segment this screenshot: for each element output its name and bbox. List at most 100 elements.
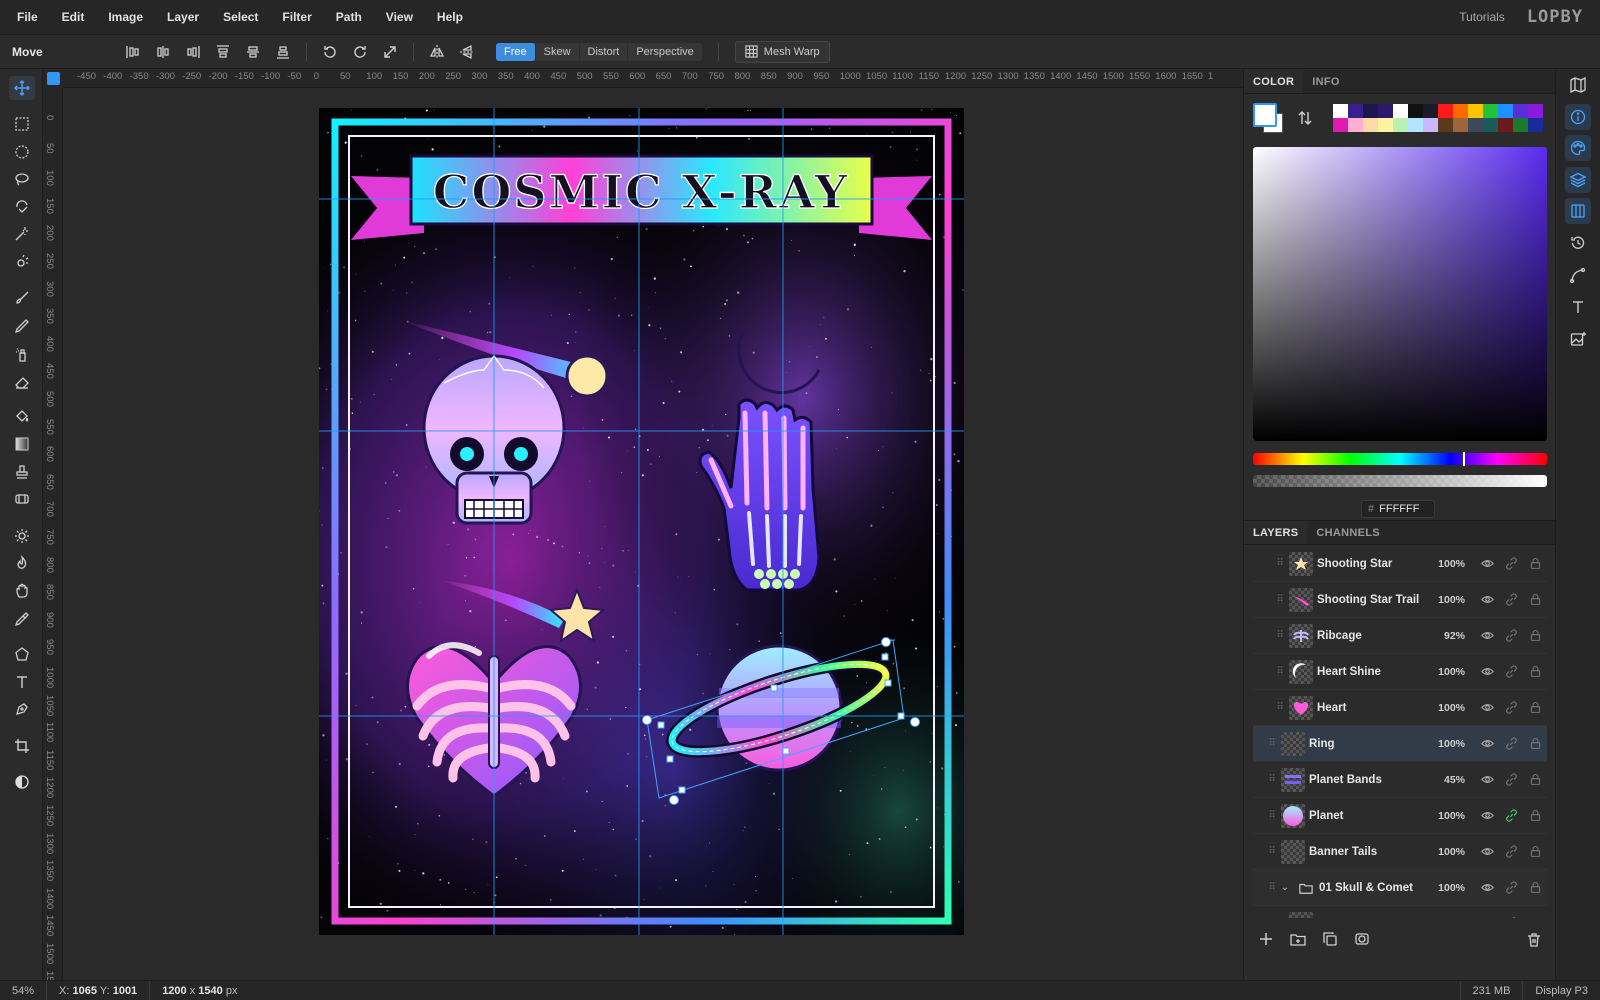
tab-info[interactable]: INFO: [1303, 70, 1348, 93]
saturation-value-picker[interactable]: [1253, 147, 1547, 441]
palette-swatch[interactable]: [1513, 104, 1528, 118]
brush-tool-icon[interactable]: [9, 286, 35, 310]
menu-file[interactable]: File: [0, 0, 50, 35]
palette-swatch[interactable]: [1528, 104, 1543, 118]
layers-stack-icon[interactable]: [1565, 167, 1591, 193]
palette-swatch[interactable]: [1483, 118, 1498, 132]
character-text-icon[interactable]: [1565, 294, 1591, 320]
chevron-down-icon[interactable]: ⌄: [1277, 882, 1293, 893]
layer-row[interactable]: ⠿ Heart Shine 100%: [1253, 654, 1547, 690]
align-bottom-icon[interactable]: [268, 40, 298, 64]
lock-icon[interactable]: [1523, 557, 1547, 570]
palette-swatch[interactable]: [1438, 118, 1453, 132]
navigator-map-icon[interactable]: [1565, 72, 1591, 98]
rotate-cw-icon[interactable]: [345, 40, 375, 64]
image-adjust-icon[interactable]: [1565, 326, 1591, 352]
hex-input[interactable]: # FFFFFF: [1361, 500, 1435, 518]
hand-tool-icon[interactable]: [9, 579, 35, 603]
palette-swatch[interactable]: [1468, 104, 1483, 118]
layer-opacity[interactable]: 100%: [1431, 846, 1465, 858]
palette-swatch[interactable]: [1468, 118, 1483, 132]
pen-tool-icon[interactable]: [9, 697, 35, 721]
color-palette-icon[interactable]: [1565, 135, 1591, 161]
layer-opacity[interactable]: 92%: [1431, 630, 1465, 642]
drag-handle-icon[interactable]: ⠿: [1275, 558, 1285, 569]
layer-row[interactable]: ⠿ Planet Bands 45%: [1253, 762, 1547, 798]
layer-opacity[interactable]: 45%: [1431, 774, 1465, 786]
document-canvas[interactable]: COSMIC X-RAY: [319, 108, 964, 935]
eye-icon[interactable]: [1475, 593, 1499, 606]
layer-opacity[interactable]: 100%: [1431, 882, 1465, 894]
tab-channels[interactable]: CHANNELS: [1307, 521, 1389, 544]
lock-icon[interactable]: [1523, 593, 1547, 606]
pencil-tool-icon[interactable]: [9, 314, 35, 338]
palette-swatch[interactable]: [1438, 104, 1453, 118]
align-middle-v-icon[interactable]: [238, 40, 268, 64]
eraser-tool-icon[interactable]: [9, 370, 35, 394]
tutorials-link[interactable]: Tutorials: [1459, 10, 1505, 24]
history-clock-icon[interactable]: [1565, 230, 1591, 256]
alpha-slider[interactable]: [1253, 475, 1547, 487]
layer-row[interactable]: ⠿ ⌄ 01 Skull & Comet 100%: [1253, 870, 1547, 906]
eye-icon[interactable]: [1475, 665, 1499, 678]
link-icon[interactable]: [1499, 845, 1523, 858]
eye-icon[interactable]: [1475, 809, 1499, 822]
rect-select-tool-icon[interactable]: [9, 112, 35, 136]
layer-opacity[interactable]: 100%: [1431, 738, 1465, 750]
layer-row[interactable]: ⠿ Ribcage 92%: [1253, 618, 1547, 654]
move-tool-icon[interactable]: [9, 76, 35, 100]
palette-swatch[interactable]: [1333, 104, 1348, 118]
layer-opacity[interactable]: 100%: [1431, 594, 1465, 606]
lock-icon[interactable]: [1523, 809, 1547, 822]
stamp-tool-icon[interactable]: [9, 460, 35, 484]
hue-slider-thumb[interactable]: [1462, 451, 1466, 467]
swap-colors-icon[interactable]: [1297, 110, 1313, 126]
duplicate-layer-icon[interactable]: [1322, 931, 1338, 950]
eye-icon[interactable]: [1475, 557, 1499, 570]
link-icon[interactable]: [1499, 665, 1523, 678]
eye-icon[interactable]: [1475, 881, 1499, 894]
palette-swatch[interactable]: [1363, 118, 1378, 132]
quick-select-tool-icon[interactable]: [9, 250, 35, 274]
mode-skew-button[interactable]: Skew: [536, 42, 580, 61]
layer-opacity[interactable]: 100%: [1431, 918, 1465, 919]
lock-icon[interactable]: [1523, 737, 1547, 750]
layer-opacity[interactable]: 100%: [1431, 558, 1465, 570]
drag-handle-icon[interactable]: ⠿: [1275, 666, 1285, 677]
lock-icon[interactable]: [1523, 917, 1547, 918]
palette-swatch[interactable]: [1378, 104, 1393, 118]
palette-swatch[interactable]: [1393, 104, 1408, 118]
palette-swatch[interactable]: [1348, 118, 1363, 132]
hue-slider[interactable]: [1253, 451, 1547, 467]
horizontal-ruler[interactable]: -450 -400 -350 -300 -250 -200 -150 -100 -50 0 50 10…: [63, 70, 1243, 88]
delete-layer-icon[interactable]: [1526, 932, 1542, 951]
spray-tool-icon[interactable]: [9, 342, 35, 366]
menu-view[interactable]: View: [374, 0, 425, 35]
align-center-h-icon[interactable]: [148, 40, 178, 64]
layer-row[interactable]: ⠿ Planet 100%: [1253, 798, 1547, 834]
link-icon[interactable]: [1499, 773, 1523, 786]
mode-distort-button[interactable]: Distort: [580, 42, 629, 61]
lock-icon[interactable]: [1523, 773, 1547, 786]
layer-row[interactable]: ⠿Skull Eyes100%: [1253, 906, 1547, 918]
mode-free-button[interactable]: Free: [496, 42, 536, 61]
layer-row[interactable]: ⠿ Ring 100%: [1253, 726, 1547, 762]
palette-swatch[interactable]: [1333, 118, 1348, 132]
align-right-icon[interactable]: [178, 40, 208, 64]
contrast-toggle-icon[interactable]: [9, 770, 35, 794]
drag-handle-icon[interactable]: ⠿: [1267, 846, 1277, 857]
ellipse-select-tool-icon[interactable]: [9, 140, 35, 164]
menu-image[interactable]: Image: [96, 0, 155, 35]
menu-filter[interactable]: Filter: [270, 0, 323, 35]
eye-icon[interactable]: [1475, 629, 1499, 642]
palette-swatch[interactable]: [1363, 104, 1378, 118]
magic-wand-tool-icon[interactable]: [9, 222, 35, 246]
lasso-tool-icon[interactable]: [9, 167, 35, 191]
tab-layers[interactable]: LAYERS: [1244, 521, 1308, 544]
drag-handle-icon[interactable]: ⠿: [1267, 774, 1277, 785]
eye-icon[interactable]: [1475, 701, 1499, 714]
palette-swatch[interactable]: [1378, 118, 1393, 132]
mask-layer-icon[interactable]: [1354, 931, 1370, 950]
layer-row[interactable]: ⠿ Heart 100%: [1253, 690, 1547, 726]
palette-swatch[interactable]: [1453, 118, 1468, 132]
